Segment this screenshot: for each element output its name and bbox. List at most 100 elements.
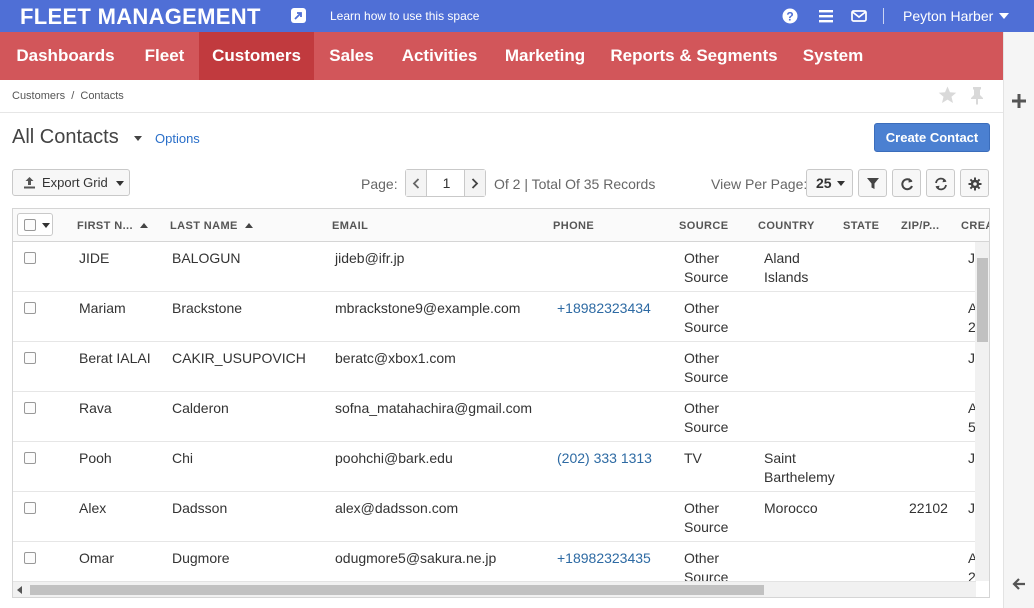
cell-first: Rava bbox=[79, 400, 112, 416]
main-nav: Dashboards Fleet Customers Sales Activit… bbox=[0, 32, 1003, 80]
chevron-down-icon[interactable] bbox=[134, 136, 142, 141]
cell-phone[interactable]: (202) 333 1313 bbox=[557, 449, 672, 468]
export-grid-label: Export Grid bbox=[42, 175, 108, 190]
scrollbar-thumb[interactable] bbox=[30, 585, 764, 595]
chevron-down-icon[interactable] bbox=[999, 13, 1009, 19]
per-page-value: 25 bbox=[816, 175, 832, 191]
next-page-button[interactable] bbox=[464, 170, 485, 196]
cell-first: JIDE bbox=[79, 250, 110, 266]
cell-email: alex@dadsson.com bbox=[335, 500, 459, 516]
cell-country: Aland Islands bbox=[764, 250, 809, 285]
cell-phone[interactable]: +18982323435 bbox=[557, 549, 672, 568]
app-title[interactable]: FLEET MANAGEMENT bbox=[20, 4, 261, 30]
column-header-country[interactable]: COUNTRY bbox=[758, 220, 815, 232]
options-link[interactable]: Options bbox=[155, 131, 200, 146]
vertical-scrollbar[interactable] bbox=[975, 242, 989, 581]
table-row[interactable]: Rava Calderon sofna_matahachira@gmail.com O… bbox=[13, 392, 977, 442]
nav-item-marketing[interactable]: Marketing bbox=[490, 32, 600, 80]
select-all-dropdown[interactable] bbox=[17, 213, 53, 236]
table-row[interactable]: Alex Dadsson alex@dadsson.com Other Source M… bbox=[13, 492, 987, 542]
cell-email: jideb@ifr.jp bbox=[335, 250, 405, 266]
prev-page-button[interactable] bbox=[406, 170, 427, 196]
chevron-right-icon bbox=[471, 178, 479, 189]
cell-first: Alex bbox=[79, 500, 107, 516]
row-checkbox[interactable] bbox=[24, 452, 36, 464]
cell-last: Dugmore bbox=[172, 550, 230, 566]
plus-icon[interactable] bbox=[1012, 94, 1026, 111]
chevron-left-icon[interactable] bbox=[17, 586, 23, 594]
sort-up-icon bbox=[244, 223, 253, 228]
star-icon[interactable] bbox=[938, 86, 957, 107]
arrow-left-icon[interactable] bbox=[1012, 577, 1026, 594]
nav-item-reports-segments[interactable]: Reports & Segments bbox=[600, 32, 788, 80]
external-link-icon[interactable] bbox=[291, 8, 306, 23]
column-header-last-name[interactable]: LAST NAME bbox=[170, 220, 253, 232]
settings-button[interactable] bbox=[960, 169, 989, 197]
page-label: Page: bbox=[361, 176, 398, 192]
row-checkbox[interactable] bbox=[24, 302, 36, 314]
nav-item-fleet[interactable]: Fleet bbox=[131, 32, 198, 80]
cell-first: Mariam bbox=[79, 300, 126, 316]
horizontal-scrollbar[interactable] bbox=[13, 581, 976, 597]
row-checkbox[interactable] bbox=[24, 502, 36, 514]
pager: 1 bbox=[405, 169, 486, 197]
user-menu[interactable]: Peyton Harber bbox=[903, 8, 993, 24]
cell-first: Omar bbox=[79, 550, 114, 566]
cell-phone[interactable]: +18982323434 bbox=[557, 299, 672, 318]
mail-icon[interactable] bbox=[851, 8, 867, 24]
table-row[interactable]: Pooh Chi poohchi@bark.edu (202) 333 1313 TV S… bbox=[13, 442, 987, 492]
pin-icon[interactable] bbox=[969, 86, 985, 108]
nav-item-sales[interactable]: Sales bbox=[314, 32, 389, 80]
column-header-first-name[interactable]: FIRST N... bbox=[77, 220, 148, 232]
breadcrumb: Customers / Contacts bbox=[12, 90, 127, 102]
filter-button[interactable] bbox=[858, 169, 887, 197]
page-total: Of 2 | Total Of 35 Records bbox=[494, 176, 656, 192]
help-icon[interactable]: ? bbox=[782, 8, 798, 24]
chevron-down-icon[interactable] bbox=[42, 223, 50, 228]
nav-item-activities[interactable]: Activities bbox=[389, 32, 490, 80]
svg-text:?: ? bbox=[786, 10, 793, 24]
cell-last: BALOGUN bbox=[172, 250, 241, 266]
column-header-source[interactable]: SOURCE bbox=[679, 220, 728, 232]
per-page-select[interactable]: 25 bbox=[806, 169, 853, 197]
table-row[interactable]: Mariam Brackstone mbrackstone9@example.com… bbox=[13, 292, 977, 342]
gear-icon bbox=[968, 177, 982, 191]
cell-first: Pooh bbox=[79, 450, 112, 466]
menu-icon[interactable] bbox=[818, 8, 834, 24]
column-header-created[interactable]: CREA bbox=[961, 220, 989, 232]
breadcrumb-customers[interactable]: Customers bbox=[12, 90, 65, 102]
column-header-email[interactable]: EMAIL bbox=[332, 220, 368, 232]
reset-icon bbox=[935, 177, 947, 191]
nav-item-dashboards[interactable]: Dashboards bbox=[0, 32, 131, 80]
cell-source: Other Source bbox=[684, 400, 729, 435]
refresh-icon bbox=[901, 178, 913, 191]
create-contact-button[interactable]: Create Contact bbox=[874, 123, 990, 152]
nav-item-system[interactable]: System bbox=[788, 32, 878, 80]
page-title[interactable]: All Contacts bbox=[12, 126, 119, 149]
cell-country: Morocco bbox=[764, 500, 818, 516]
grid-header: FIRST N... LAST NAME EMAIL PHONE SOURCE … bbox=[13, 209, 989, 242]
scrollbar-thumb[interactable] bbox=[977, 258, 988, 342]
nav-item-customers[interactable]: Customers bbox=[199, 32, 314, 80]
cell-zip: 22102 bbox=[909, 500, 948, 516]
select-all-checkbox[interactable] bbox=[24, 219, 36, 231]
row-checkbox[interactable] bbox=[24, 402, 36, 414]
table-row[interactable]: Berat IALAI CAKIR_USUPOVICH beratc@xbox1.c… bbox=[13, 342, 987, 392]
column-header-state[interactable]: STATE bbox=[843, 220, 879, 232]
reset-button[interactable] bbox=[926, 169, 955, 197]
breadcrumb-separator: / bbox=[71, 90, 75, 102]
row-checkbox[interactable] bbox=[24, 252, 36, 264]
export-grid-button[interactable]: Export Grid bbox=[12, 169, 130, 196]
table-row[interactable]: JIDE BALOGUN jideb@ifr.jp Other Source Aland… bbox=[13, 242, 987, 292]
row-checkbox[interactable] bbox=[24, 352, 36, 364]
refresh-button[interactable] bbox=[892, 169, 921, 197]
column-header-zip[interactable]: ZIP/P... bbox=[901, 220, 939, 232]
cell-first: Berat IALAI bbox=[79, 350, 151, 366]
cell-source: Other Source bbox=[684, 250, 729, 285]
learn-link[interactable]: Learn how to use this space bbox=[330, 9, 479, 23]
page-number-input[interactable]: 1 bbox=[428, 170, 465, 196]
column-header-phone[interactable]: PHONE bbox=[553, 220, 594, 232]
row-checkbox[interactable] bbox=[24, 552, 36, 564]
chevron-down-icon bbox=[837, 181, 845, 186]
cell-last: Brackstone bbox=[172, 300, 243, 316]
